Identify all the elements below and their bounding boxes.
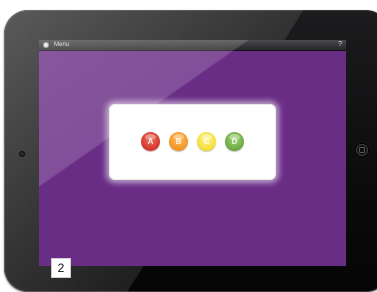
app-screen: Menu ? A B C D	[39, 40, 346, 266]
camera-icon	[20, 152, 24, 156]
page-number-label: 2	[52, 259, 70, 277]
menu-circle-icon[interactable]	[43, 42, 49, 48]
top-bar: Menu ?	[39, 40, 346, 51]
answer-card: A B C D	[109, 104, 276, 180]
help-icon[interactable]: ?	[338, 41, 342, 49]
option-b-button[interactable]: B	[169, 132, 188, 151]
home-button[interactable]	[356, 144, 368, 156]
option-c-button[interactable]: C	[197, 132, 216, 151]
menu-button[interactable]: Menu	[54, 42, 69, 48]
option-d-button[interactable]: D	[225, 132, 244, 151]
option-a-button[interactable]: A	[141, 132, 160, 151]
